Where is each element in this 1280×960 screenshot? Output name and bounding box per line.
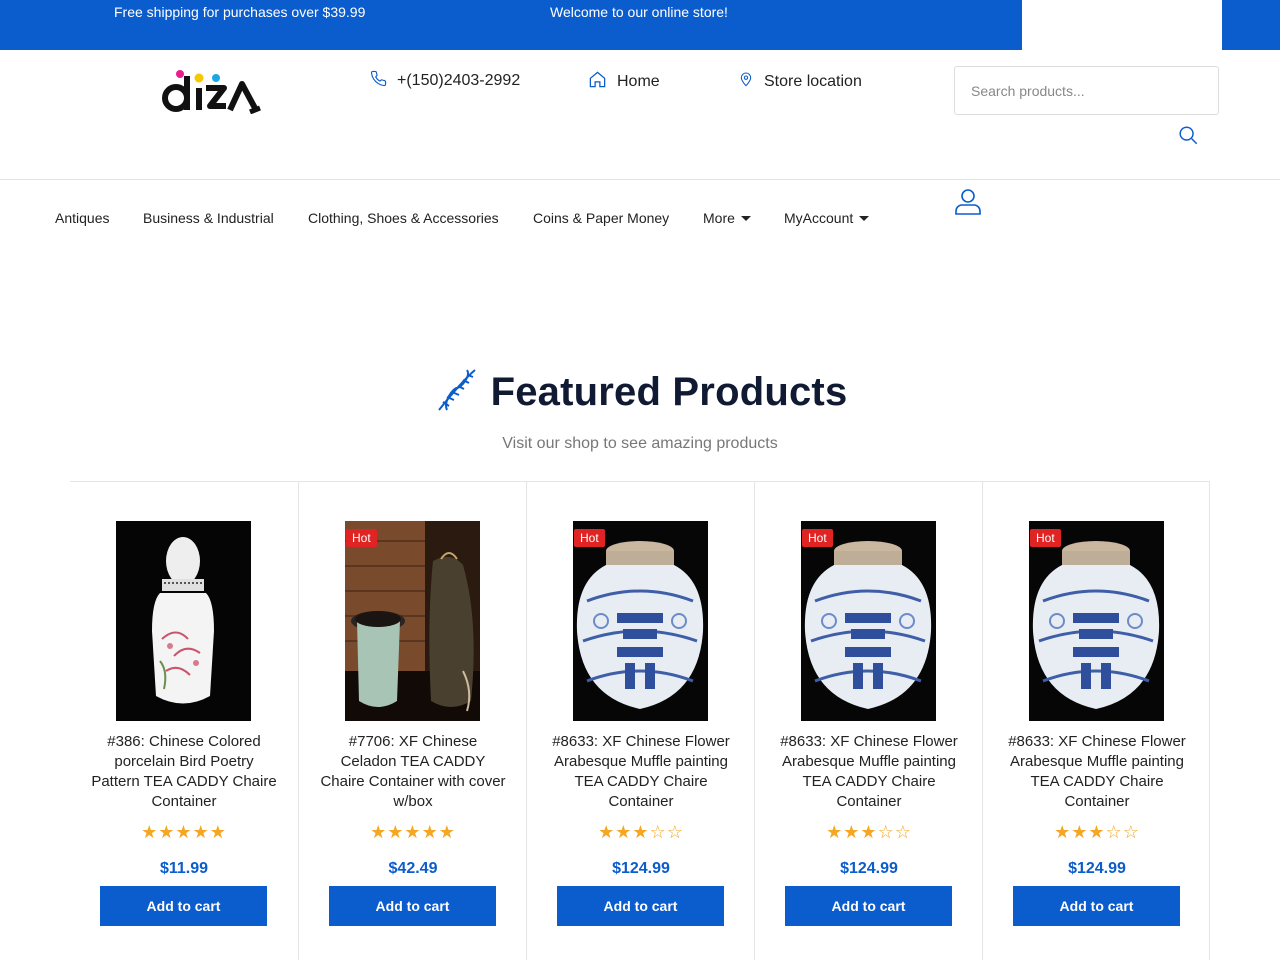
home-link[interactable]: Home <box>588 70 660 94</box>
product-rating: ★★★☆☆ <box>598 822 684 842</box>
hot-badge: Hot <box>802 529 833 547</box>
product-title[interactable]: #8633: XF Chinese Flower Arabesque Muffl… <box>1003 732 1191 812</box>
nav-item-antiques[interactable]: Antiques <box>55 210 109 226</box>
product-price: $42.49 <box>388 860 438 877</box>
site-logo[interactable] <box>160 68 262 115</box>
nav-item-clothing[interactable]: Clothing, Shoes & Accessories <box>308 210 499 226</box>
add-to-cart-button[interactable]: Add to cart <box>100 886 267 926</box>
nav-label: MyAccount <box>784 210 854 226</box>
nav-item-coins[interactable]: Coins & Paper Money <box>533 210 669 226</box>
product-image[interactable]: Hot <box>345 521 480 721</box>
product-image[interactable]: Hot <box>801 521 936 721</box>
home-icon <box>588 70 617 94</box>
phone-icon <box>370 70 397 92</box>
user-account-button[interactable] <box>953 187 983 217</box>
product-rating: ★★★☆☆ <box>826 822 912 842</box>
topbar-blank-panel <box>1022 0 1222 50</box>
product-rating: ★★★★★ <box>141 822 227 842</box>
map-pin-icon <box>738 70 764 93</box>
user-icon <box>953 189 983 221</box>
product-grid: #386: Chinese Colored porcelain Bird Poe… <box>70 481 1210 960</box>
product-image[interactable] <box>116 521 251 721</box>
featured-heading: Featured Products <box>0 362 1280 422</box>
main-navigation: Antiques Business & Industrial Clothing,… <box>0 180 1280 240</box>
caret-down-icon <box>859 215 870 221</box>
top-announcement-bar: Free shipping for purchases over $39.99 … <box>0 0 1280 50</box>
nav-label: More <box>703 210 735 226</box>
add-to-cart-button[interactable]: Add to cart <box>557 886 724 926</box>
product-price: $124.99 <box>840 860 898 877</box>
add-to-cart-button[interactable]: Add to cart <box>1013 886 1180 926</box>
product-rating: ★★★☆☆ <box>1054 822 1140 842</box>
home-label: Home <box>617 73 660 90</box>
featured-subtitle: Visit our shop to see amazing products <box>502 435 778 452</box>
search-input[interactable] <box>954 66 1219 115</box>
dna-icon <box>433 366 481 419</box>
nav-label: Antiques <box>55 210 110 226</box>
hot-badge: Hot <box>1030 529 1061 547</box>
product-card: Hot #8633: XF Chinese Flower Arabesque M… <box>754 482 982 960</box>
nav-item-more[interactable]: More <box>703 210 751 226</box>
product-title[interactable]: #8633: XF Chinese Flower Arabesque Muffl… <box>775 732 963 812</box>
product-image[interactable]: Hot <box>573 521 708 721</box>
hot-badge: Hot <box>574 529 605 547</box>
add-to-cart-button[interactable]: Add to cart <box>785 886 952 926</box>
nav-label: Coins & Paper Money <box>533 210 670 226</box>
nav-item-business-industrial[interactable]: Business & Industrial <box>143 210 274 226</box>
product-title[interactable]: #8633: XF Chinese Flower Arabesque Muffl… <box>547 732 735 812</box>
phone-number: +(150)2403-2992 <box>397 72 521 89</box>
free-shipping-message: Free shipping for purchases over $39.99 <box>114 4 366 20</box>
add-to-cart-button[interactable]: Add to cart <box>329 886 496 926</box>
product-rating: ★★★★★ <box>370 822 456 842</box>
nav-label: Business & Industrial <box>143 210 274 226</box>
product-price: $124.99 <box>1068 860 1126 877</box>
nav-label: Clothing, Shoes & Accessories <box>308 210 499 226</box>
phone-link[interactable]: +(150)2403-2992 <box>370 70 520 92</box>
site-header: +(150)2403-2992 Home Store location <box>0 50 1280 180</box>
product-price: $11.99 <box>159 860 209 877</box>
product-card: Hot #7706: XF Chinese Celadon TEA CADDY … <box>298 482 526 960</box>
search-icon <box>1177 126 1199 149</box>
product-title[interactable]: #7706: XF Chinese Celadon TEA CADDY Chai… <box>319 732 507 812</box>
product-image[interactable]: Hot <box>1029 521 1164 721</box>
welcome-message: Welcome to our online store! <box>550 4 728 20</box>
store-location-link[interactable]: Store location <box>738 70 862 93</box>
store-location-label: Store location <box>764 72 862 90</box>
product-price: $124.99 <box>612 860 670 877</box>
search-button[interactable] <box>1176 124 1200 148</box>
nav-item-myaccount[interactable]: MyAccount <box>784 210 870 226</box>
product-card: #386: Chinese Colored porcelain Bird Poe… <box>70 482 298 960</box>
hot-badge: Hot <box>346 529 377 547</box>
featured-title: Featured Products <box>490 369 848 414</box>
caret-down-icon <box>740 215 751 221</box>
product-card: Hot #8633: XF Chinese Flower Arabesque M… <box>982 482 1210 960</box>
product-card: Hot #8633: XF Chinese Flower Arabesque M… <box>526 482 754 960</box>
product-title[interactable]: #386: Chinese Colored porcelain Bird Poe… <box>90 732 278 812</box>
